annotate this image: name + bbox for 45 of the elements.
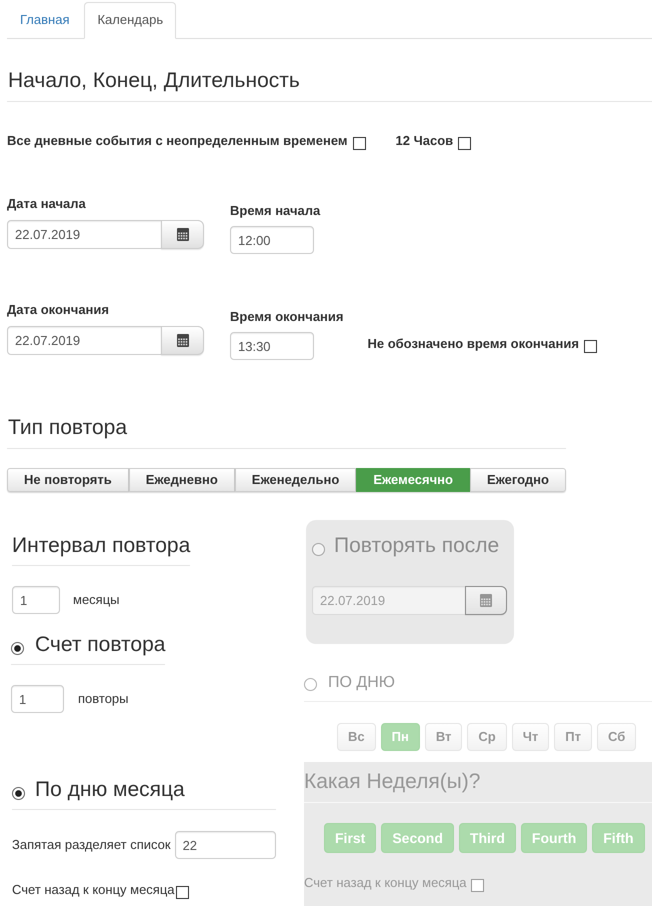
count-field[interactable]: 1 [11,685,64,713]
calendar-icon [176,334,188,347]
section-heading: ПО ДНЮ [328,673,395,693]
repeat-type-button[interactable]: Не повторять [7,468,129,492]
calendar-icon [176,228,188,241]
date-field[interactable]: 22.07.2019 [7,326,162,355]
repeat-type-button[interactable]: Ежегодно [470,468,566,492]
section-heading: Какая Неделя(ы)? [304,770,480,793]
day-list-field[interactable]: 22 [174,831,276,859]
section-heading: Тип повтора [8,416,128,439]
section-heading: Повторять после [334,534,500,558]
calendar-button[interactable] [161,220,204,249]
checkbox-label: Все дневные события с неопределенным временем [7,132,348,150]
field-label: Время окончания [230,308,344,326]
tab[interactable]: Календарь [84,2,176,39]
repeat-type-button[interactable]: Ежедневно [128,468,235,492]
checkbox-label: Не обозначено время окончания [367,335,579,353]
unit-label: месяцы [73,592,120,608]
field-label: Время начала [230,202,320,220]
checkbox-label: Счет назад к концу месяца [304,874,467,892]
checkbox-label: Счет назад к концу месяца [12,880,175,898]
radio-button[interactable] [12,786,25,800]
section-heading: Начало, Конец, Длительность [8,69,300,92]
repeat-type-button[interactable]: Ежемесячно [356,468,470,492]
checkbox[interactable] [176,886,189,899]
section-heading: Счет повтора [35,633,166,657]
date-field[interactable]: 22.07.2019 [7,220,162,249]
checkbox-label: 12 Часов [396,132,454,150]
repeat-type-button[interactable]: Еженедельно [234,468,356,492]
tab[interactable]: Главная [7,2,82,39]
interval-field[interactable]: 1 [12,586,60,614]
radio-button[interactable] [11,642,24,654]
time-field[interactable]: 13:30 [230,332,314,360]
calendar-icon [480,594,492,607]
field-label: Дата окончания [7,301,110,319]
checkbox[interactable] [458,136,472,150]
section-heading: Интервал повтора [12,534,190,557]
field-label: Запятая разделяет список [12,836,171,854]
checkbox[interactable] [584,340,597,352]
unit-label: повторы [78,691,129,707]
field-label: Дата начала [7,195,87,213]
calendar-button[interactable] [161,326,204,355]
time-field[interactable]: 12:00 [230,226,314,254]
checkbox[interactable] [352,136,366,150]
section-heading: По дню месяца [35,778,185,802]
